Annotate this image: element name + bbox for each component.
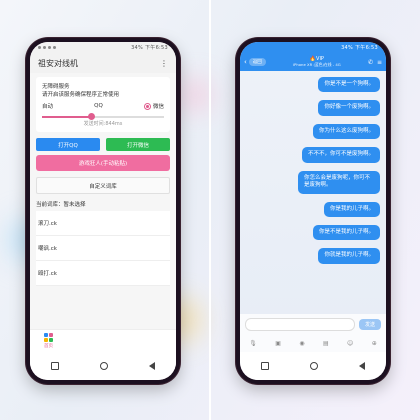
- recents-icon[interactable]: [260, 362, 269, 370]
- chat-bubble[interactable]: 你为什么这么废狗啊。: [312, 123, 380, 140]
- status-time: 34% 下午6:53: [341, 45, 378, 51]
- input-bar: 发送: [240, 314, 386, 334]
- chat-header: ‹ 返回 🔥VIP iPhone XR (蓝色)在线 - 4G ✆ ≡: [240, 53, 386, 71]
- home-circle-icon[interactable]: [99, 362, 108, 370]
- radio-qq[interactable]: QQ: [94, 103, 103, 109]
- nav-home[interactable]: 首页: [44, 333, 53, 349]
- right-phone: 34% 下午6:53 ‹ 返回 🔥VIP iPhone XR (蓝色)在线 - …: [236, 38, 390, 384]
- chevron-left-icon[interactable]: ‹: [244, 58, 247, 66]
- chat-bubble[interactable]: 你是不是我的儿子啊。: [312, 224, 380, 241]
- open-wechat-button[interactable]: 打开微信: [106, 138, 170, 151]
- chat-bubble[interactable]: 你是不是一个狗啊。: [318, 77, 380, 93]
- panel-divider: [209, 0, 211, 420]
- back-icon[interactable]: [149, 362, 156, 370]
- status-bar: 34% 下午6:53: [240, 42, 386, 53]
- status-time: 34% 下午6:53: [131, 45, 168, 51]
- status-bar: 34% 下午6:53: [30, 42, 176, 53]
- bottom-nav: 首页: [30, 329, 176, 352]
- chat-bubble[interactable]: 你好像一个废狗啊。: [318, 100, 380, 116]
- slider-fill: [42, 116, 91, 118]
- send-button[interactable]: 发送: [359, 318, 381, 330]
- radio-selected-icon: [143, 103, 151, 110]
- chat-bubble[interactable]: 你怎么会是废狗呢，你可不是废狗啊。: [298, 170, 380, 194]
- custom-words-button[interactable]: 自定义词库: [36, 177, 170, 194]
- input-toolbar: 🎙 ▣ ◉ ▤ ☺ ⊕: [240, 334, 386, 352]
- send-interval-slider[interactable]: [42, 112, 164, 122]
- radio-auto[interactable]: 自动: [42, 102, 53, 110]
- home-icon: [44, 333, 53, 342]
- app-header: 祖安对线机 ⋮: [30, 53, 176, 73]
- plus-icon[interactable]: ⊕: [372, 340, 377, 347]
- header-actions: ✆ ≡: [368, 59, 382, 66]
- accessibility-card: 无障碍服务 请开启该服务确保程序正常使用 自动 QQ 微信 发送时间:844ms: [36, 77, 170, 132]
- chat-bubble[interactable]: 你是我的儿子啊。: [323, 201, 380, 217]
- menu-icon[interactable]: ≡: [377, 59, 382, 66]
- chat-title: 🔥VIP iPhone XR (蓝色)在线 - 4G: [266, 57, 368, 67]
- red-packet-icon[interactable]: ▤: [323, 340, 329, 347]
- phone-icon[interactable]: ✆: [368, 59, 373, 66]
- chat-subtitle: iPhone XR (蓝色)在线 - 4G: [292, 61, 341, 67]
- slider-thumb[interactable]: [87, 113, 95, 120]
- back-icon[interactable]: [359, 362, 366, 370]
- current-words-label: 当前词库：暂未选择: [36, 202, 86, 208]
- list-item[interactable]: 殴打.ck: [36, 261, 170, 286]
- open-app-row: 打开QQ 打开微信: [36, 138, 170, 151]
- left-screen: 34% 下午6:53 祖安对线机 ⋮ 无障碍服务 请开启该服务确保程序正常使用 …: [30, 42, 176, 380]
- emoji-icon[interactable]: ☺: [347, 340, 353, 347]
- radio-wechat[interactable]: 微信: [143, 102, 164, 110]
- notification-dots: [38, 46, 56, 49]
- right-screen: 34% 下午6:53 ‹ 返回 🔥VIP iPhone XR (蓝色)在线 - …: [240, 42, 386, 380]
- image-icon[interactable]: ▣: [275, 340, 281, 347]
- start-button[interactable]: 游戏狂人(手动粘贴): [36, 155, 170, 171]
- nav-home-label: 首页: [44, 344, 53, 349]
- list-item[interactable]: 滚刀.ck: [36, 211, 170, 236]
- accessibility-title: 无障碍服务: [42, 84, 70, 90]
- accessibility-desc: 请开启该服务确保程序正常使用: [42, 92, 120, 98]
- decor-blob: [180, 80, 210, 110]
- open-qq-button[interactable]: 打开QQ: [36, 138, 100, 151]
- mic-icon[interactable]: 🎙: [249, 340, 257, 347]
- left-phone: 34% 下午6:53 祖安对线机 ⋮ 无障碍服务 请开启该服务确保程序正常使用 …: [26, 38, 180, 384]
- system-nav-bar: [30, 352, 176, 380]
- list-item[interactable]: 嘲讽.ck: [36, 236, 170, 261]
- home-circle-icon[interactable]: [309, 362, 318, 370]
- recents-icon[interactable]: [50, 362, 59, 370]
- back-button[interactable]: 返回: [248, 58, 266, 66]
- camera-icon[interactable]: ◉: [299, 340, 304, 347]
- message-input[interactable]: [245, 317, 355, 331]
- message-list: 你是不是一个狗啊。 你好像一个废狗啊。 你为什么这么废狗啊。不不不，你可不是废狗啊。…: [240, 71, 386, 317]
- system-nav-bar: [240, 352, 386, 380]
- overflow-menu-icon[interactable]: ⋮: [160, 59, 168, 68]
- chat-bubble[interactable]: 你就是我的儿子啊。: [318, 248, 380, 264]
- chat-bubble[interactable]: 不不不，你可不是废狗啊。: [301, 147, 380, 163]
- target-radio-group: 自动 QQ 微信: [42, 102, 164, 110]
- app-title: 祖安对线机: [38, 58, 78, 68]
